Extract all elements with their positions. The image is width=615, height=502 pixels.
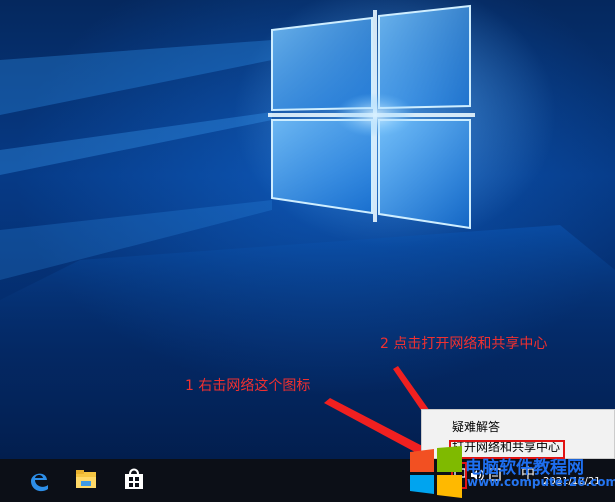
annotation-step-1: 1 右击网络这个图标 [185, 378, 311, 394]
edge-icon [31, 473, 48, 492]
store-icon [125, 468, 143, 489]
file-explorer-icon [76, 470, 96, 488]
taskbar-store-button[interactable] [112, 459, 157, 502]
windows-watermark-logo [410, 446, 462, 498]
annotation-step-2: 2 点击打开网络和共享中心 [380, 336, 548, 352]
site-watermark: 电脑软件教程网 www.computer26.com [408, 446, 615, 502]
menu-item-troubleshoot[interactable]: 疑难解答 [422, 417, 614, 437]
taskbar-edge-button[interactable] [16, 459, 61, 502]
taskbar-file-explorer-button[interactable] [64, 459, 109, 502]
desktop-wallpaper: 2 点击打开网络和共享中心 1 右击网络这个图标 疑难解答 打开网络和共享中心 [0, 0, 615, 502]
watermark-url: www.computer26.com [467, 475, 615, 489]
